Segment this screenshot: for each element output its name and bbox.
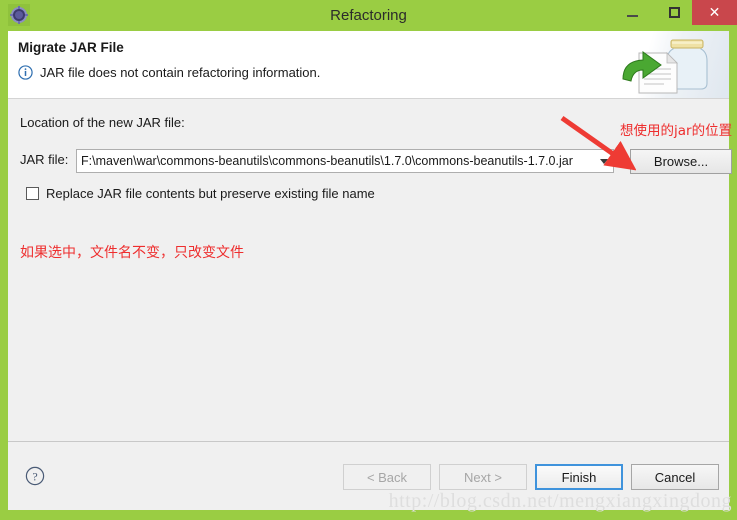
chevron-down-icon[interactable] — [594, 150, 613, 172]
close-button[interactable]: ✕ — [692, 0, 737, 25]
minimize-button[interactable] — [614, 0, 650, 25]
banner-art — [609, 31, 729, 98]
replace-jar-checkbox-row[interactable]: Replace JAR file contents but preserve e… — [26, 186, 375, 201]
finish-button[interactable]: Finish — [535, 464, 623, 490]
cancel-button[interactable]: Cancel — [631, 464, 719, 490]
eclipse-gear-icon — [10, 6, 28, 24]
window-caption-buttons: ✕ — [614, 0, 737, 31]
dialog-body: Location of the new JAR file: JAR file: … — [8, 99, 732, 441]
browse-button[interactable]: Browse... — [630, 149, 732, 174]
annotation-checkbox-note: 如果选中，文件名不变，只改变文件 — [20, 245, 244, 261]
jar-file-row: JAR file: F:\maven\war\commons-beanutils… — [20, 149, 732, 174]
minimize-icon — [626, 15, 638, 17]
window-icon — [8, 4, 30, 26]
maximize-button[interactable] — [656, 0, 692, 25]
refactoring-dialog-window: Refactoring ✕ Migrate JAR File JAR file … — [0, 0, 737, 520]
footer-button-group: < Back Next > Finish Cancel — [335, 464, 719, 490]
replace-jar-checkbox[interactable] — [26, 187, 39, 200]
svg-text:?: ? — [32, 469, 37, 483]
jar-file-combo[interactable]: F:\maven\war\commons-beanutils\commons-b… — [76, 149, 614, 173]
info-circle-icon — [18, 65, 33, 80]
banner-message: JAR file does not contain refactoring in… — [40, 65, 321, 80]
title-bar[interactable]: Refactoring ✕ — [0, 0, 737, 31]
wizard-banner: Migrate JAR File JAR file does not conta… — [8, 31, 729, 99]
annotation-jar-location: 想使用的jar的位置 — [620, 123, 733, 139]
maximize-icon — [668, 7, 680, 18]
next-button[interactable]: Next > — [439, 464, 527, 490]
jar-migrate-icon — [622, 39, 708, 94]
location-section-label: Location of the new JAR file: — [20, 115, 185, 130]
back-button[interactable]: < Back — [343, 464, 431, 490]
replace-jar-checkbox-label: Replace JAR file contents but preserve e… — [46, 186, 375, 201]
dialog-client-area: Migrate JAR File JAR file does not conta… — [8, 31, 732, 510]
dialog-footer: ? < Back Next > Finish Cancel — [8, 441, 729, 510]
chevron-down-glyph — [599, 158, 608, 164]
banner-message-row: JAR file does not contain refactoring in… — [18, 65, 320, 80]
page-title: Migrate JAR File — [18, 40, 124, 55]
help-circle-icon[interactable]: ? — [25, 466, 45, 486]
jar-file-input[interactable]: F:\maven\war\commons-beanutils\commons-b… — [77, 154, 594, 168]
close-icon: ✕ — [708, 4, 721, 20]
jar-file-label: JAR file: — [20, 152, 69, 167]
